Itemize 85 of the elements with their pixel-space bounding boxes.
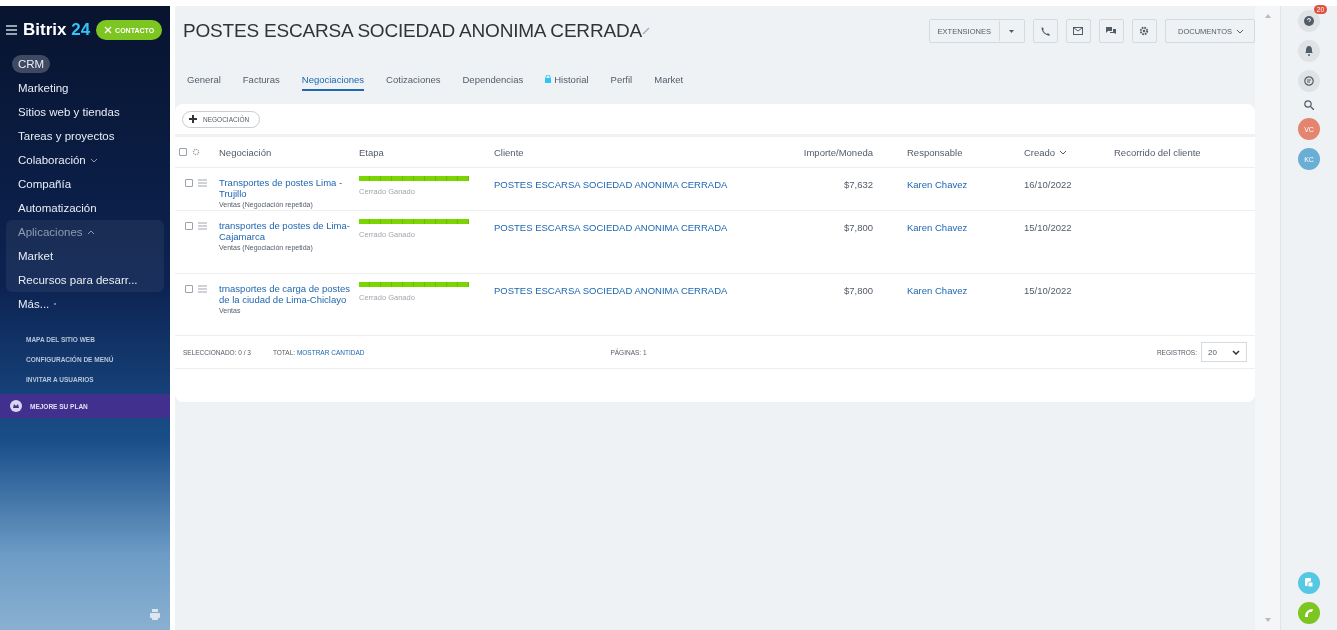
deal-link[interactable]: Transportes de postes Lima - Trujillo xyxy=(219,177,351,199)
date-cell: 15/10/2022 xyxy=(1024,285,1072,296)
sort-chevron-icon xyxy=(1059,149,1068,155)
chevron-icon xyxy=(89,156,98,164)
tab[interactable]: Cotizaciones xyxy=(386,69,441,91)
close-icon xyxy=(104,26,113,34)
notifications-button[interactable] xyxy=(1298,40,1320,62)
tab[interactable]: Historial xyxy=(545,69,589,91)
date-cell: 16/10/2022 xyxy=(1024,179,1072,190)
chat-button[interactable] xyxy=(1298,70,1320,92)
chat-bubble-icon xyxy=(1304,76,1314,86)
drag-handle-icon[interactable] xyxy=(198,222,207,230)
chevron-icon xyxy=(1232,349,1240,355)
deal-link[interactable]: transportes de postes de Lima- Cajamarca xyxy=(219,220,351,242)
client-link[interactable]: POSTES ESCARSA SOCIEDAD ANONIMA CERRADA xyxy=(494,179,728,190)
responsible-link[interactable]: Karen Chavez xyxy=(907,285,968,296)
question-icon xyxy=(1304,16,1314,26)
sidebar-item[interactable]: CRM xyxy=(12,55,51,73)
chat-icon xyxy=(1106,26,1117,36)
column-header[interactable]: Cliente xyxy=(494,146,524,158)
tab[interactable]: General xyxy=(187,69,221,91)
chevron-icon xyxy=(1236,28,1244,34)
amount-cell: $7,800 xyxy=(843,285,873,296)
responsible-link[interactable]: Karen Chavez xyxy=(907,179,968,190)
row-checkbox[interactable] xyxy=(185,222,193,230)
tab[interactable]: Dependencias xyxy=(462,69,524,91)
phone-icon xyxy=(1304,608,1314,618)
tab[interactable]: Market xyxy=(654,69,684,91)
sidebar-item[interactable]: Más... xyxy=(18,292,164,316)
sidebar-item[interactable]: Sitios web y tiendas xyxy=(18,100,164,124)
scroll-up-icon[interactable] xyxy=(1264,14,1271,18)
document-icon xyxy=(1304,578,1314,588)
scroll-down-icon[interactable] xyxy=(1264,618,1271,622)
page-title: POSTES ESCARSA SOCIEDAD ANONIMA CERRADA xyxy=(183,20,642,42)
column-header[interactable]: Etapa xyxy=(359,146,384,158)
share-button[interactable] xyxy=(1298,572,1320,594)
phone-button[interactable] xyxy=(1032,19,1058,43)
email-button[interactable] xyxy=(1065,19,1091,43)
phone-icon xyxy=(1040,26,1051,36)
help-button[interactable] xyxy=(1298,10,1320,32)
printer-icon[interactable] xyxy=(150,609,160,620)
tab[interactable]: Perfil xyxy=(610,69,633,91)
lock-icon xyxy=(545,75,552,83)
records-select[interactable]: 20 xyxy=(1201,342,1247,362)
tab[interactable]: Negociaciones xyxy=(301,69,365,91)
crown-icon xyxy=(10,400,22,412)
sidebar-item[interactable]: Marketing xyxy=(18,76,164,100)
column-header[interactable]: Recorrido del cliente xyxy=(1114,146,1201,158)
column-header[interactable]: Creado xyxy=(1024,146,1068,158)
drag-handle-icon[interactable] xyxy=(198,179,207,187)
sidebar-item[interactable]: Compañía xyxy=(18,172,164,196)
sidebar-item[interactable]: Market xyxy=(18,244,164,268)
column-header[interactable]: Importe/Moneda xyxy=(803,146,873,158)
sidebar-item[interactable]: Aplicaciones xyxy=(18,220,164,244)
amount-cell: $7,800 xyxy=(843,222,873,233)
drag-handle-icon[interactable] xyxy=(198,285,207,293)
search-icon[interactable] xyxy=(1304,100,1314,110)
chevron-icon xyxy=(86,228,95,236)
caret-icon xyxy=(1009,29,1015,33)
client-link[interactable]: POSTES ESCARSA SOCIEDAD ANONIMA CERRADA xyxy=(494,222,728,233)
envelope-icon xyxy=(1073,26,1084,36)
sidebar-item[interactable]: Tareas y proyectos xyxy=(18,124,164,148)
settings-icon[interactable] xyxy=(192,148,200,156)
plus-icon xyxy=(189,115,197,123)
sidebar-item[interactable]: Recursos para desarr... xyxy=(18,268,164,292)
settings-icon xyxy=(1139,26,1150,36)
deal-link[interactable]: trnasportes de carga de postes de la ciudad de Lima-Chiclayo xyxy=(219,283,351,305)
client-link[interactable]: POSTES ESCARSA SOCIEDAD ANONIMA CERRADA xyxy=(494,285,728,296)
column-header[interactable]: Negociación xyxy=(219,146,272,158)
column-header[interactable]: Responsable xyxy=(907,146,963,158)
amount-cell: $7,632 xyxy=(843,179,873,190)
row-checkbox[interactable] xyxy=(185,285,193,293)
select-all-checkbox[interactable] xyxy=(179,148,187,156)
menu-icon[interactable] xyxy=(6,25,17,35)
date-cell: 15/10/2022 xyxy=(1024,222,1072,233)
sidebar-item[interactable]: Colaboración xyxy=(18,148,164,172)
tab[interactable]: Facturas xyxy=(242,69,280,91)
settings-button[interactable] xyxy=(1131,19,1157,43)
row-checkbox[interactable] xyxy=(185,179,193,187)
sidebar-item[interactable]: Automatización xyxy=(18,196,164,220)
call-button[interactable] xyxy=(1298,602,1320,624)
brand-logo[interactable]: Bitrix 24 xyxy=(23,20,91,40)
responsible-link[interactable]: Karen Chavez xyxy=(907,222,968,233)
chat-button[interactable] xyxy=(1098,19,1124,43)
bell-icon xyxy=(1304,46,1314,56)
